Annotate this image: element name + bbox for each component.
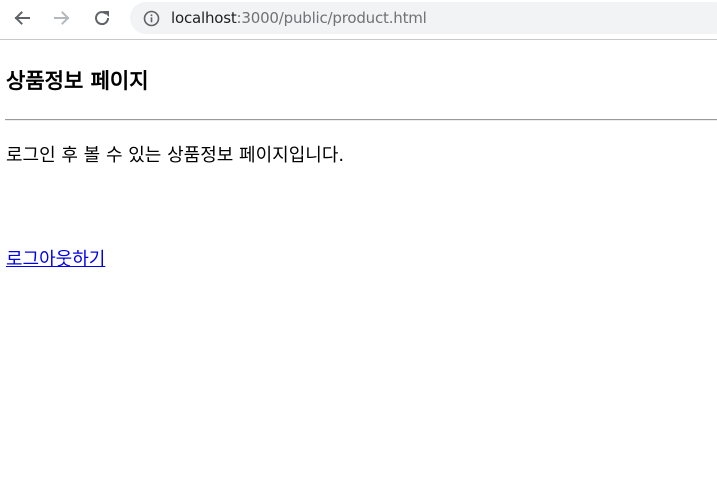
back-button[interactable] <box>7 4 37 32</box>
url-text[interactable]: localhost:3000/public/product.html <box>171 9 427 27</box>
page-description: 로그인 후 볼 수 있는 상품정보 페이지입니다. <box>6 145 345 166</box>
arrow-right-icon <box>54 11 70 25</box>
reload-icon <box>95 11 110 26</box>
browser-toolbar: localhost:3000/public/product.html <box>0 0 717 40</box>
reload-button[interactable] <box>87 4 117 32</box>
divider <box>5 119 717 121</box>
address-bar[interactable]: localhost:3000/public/product.html <box>130 2 717 34</box>
url-host: localhost <box>171 9 237 27</box>
logout-link[interactable]: 로그아웃하기 <box>6 248 105 272</box>
url-path: :3000/public/product.html <box>236 9 427 27</box>
info-icon[interactable] <box>142 9 160 27</box>
arrow-left-icon <box>14 11 30 25</box>
forward-button[interactable] <box>47 4 77 32</box>
page-title: 상품정보 페이지 <box>6 69 149 93</box>
